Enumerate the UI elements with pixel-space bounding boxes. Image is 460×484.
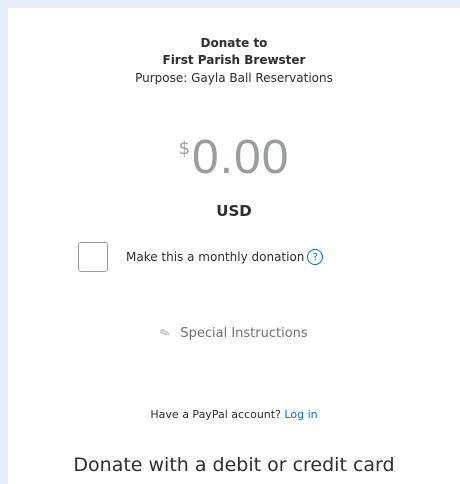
organization-name: First Parish Brewster — [162, 53, 306, 67]
donation-card: Donate to First Parish Brewster Purpose:… — [8, 8, 460, 484]
currency-symbol: $ — [178, 138, 191, 159]
paypal-login-row: Have a PayPal account? Log in — [8, 408, 460, 421]
donation-purpose: Purpose: Gayla Ball Reservations — [135, 71, 333, 85]
amount-value: 0.00 — [192, 131, 290, 184]
login-link[interactable]: Log in — [284, 408, 317, 421]
pencil-icon: ✎ — [158, 324, 173, 342]
special-instructions-link[interactable]: ✎ Special Instructions — [8, 324, 460, 342]
donation-header: Donate to First Parish Brewster Purpose:… — [8, 34, 460, 87]
monthly-donation-checkbox[interactable] — [78, 242, 108, 272]
special-instructions-label: Special Instructions — [180, 326, 308, 341]
paypal-prompt: Have a PayPal account? — [150, 408, 281, 421]
help-icon[interactable]: ? — [307, 249, 324, 265]
donate-to-label: Donate to — [200, 36, 268, 50]
amount-input[interactable]: $0.00 — [8, 128, 460, 188]
currency-code: USD — [216, 202, 252, 220]
monthly-donation-row: Make this a monthly donation ? — [78, 240, 324, 274]
card-section-title: Donate with a debit or credit card — [73, 454, 395, 476]
monthly-donation-label: Make this a monthly donation — [126, 250, 305, 264]
